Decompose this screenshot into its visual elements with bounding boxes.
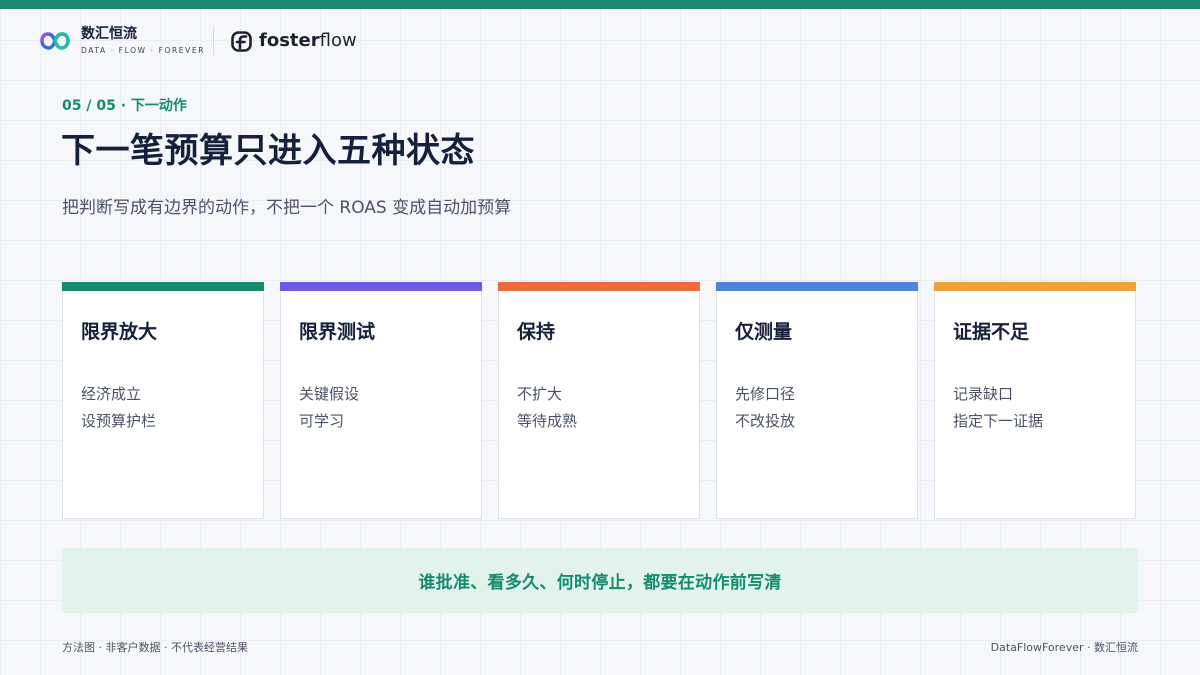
card-title: 证据不足	[953, 321, 1030, 343]
card-line: 记录缺口	[953, 385, 1014, 403]
brand-tagline: DATA · FLOW · FOREVER	[81, 46, 206, 55]
state-card-test: 限界测试 关键假设 可学习	[280, 282, 482, 519]
card-line: 等待成熟	[517, 412, 578, 430]
state-card-hold: 保持 不扩大 等待成熟	[498, 282, 700, 519]
banner-text: 谁批准、看多久、何时停止，都要在动作前写清	[418, 573, 782, 593]
brand-name: 数汇恒流	[81, 26, 137, 42]
section-crumb: 05 / 05 · 下一动作	[62, 98, 187, 114]
fosterflow-f-icon	[231, 30, 252, 52]
state-card-scale: 限界放大 经济成立 设预算护栏	[62, 282, 264, 519]
card-line: 先修口径	[735, 385, 796, 403]
card-accent-bar	[62, 282, 264, 291]
card-line: 不改投放	[735, 412, 796, 430]
infinity-loop-icon	[40, 31, 70, 50]
card-line: 可学习	[299, 412, 345, 430]
partner-name-bold: foster	[259, 30, 320, 51]
card-line: 关键假设	[299, 385, 360, 403]
card-accent-bar	[280, 282, 482, 291]
card-accent-bar	[498, 282, 700, 291]
top-accent-bar	[0, 0, 1200, 9]
card-line: 指定下一证据	[953, 412, 1044, 430]
card-line: 不扩大	[517, 385, 563, 403]
partner-name-light: flow	[319, 30, 357, 51]
card-line: 经济成立	[81, 385, 142, 403]
card-line: 设预算护栏	[81, 412, 157, 430]
partner-name: fosterflow	[259, 30, 357, 52]
card-title: 仅测量	[735, 321, 793, 343]
summary-banner: 谁批准、看多久、何时停止，都要在动作前写清	[62, 548, 1138, 613]
card-title: 限界放大	[81, 321, 158, 343]
page-title: 下一笔预算只进入五种状态	[61, 131, 475, 171]
state-card-insufficient: 证据不足 记录缺口 指定下一证据	[934, 282, 1136, 519]
card-title: 保持	[517, 321, 556, 343]
page-subtitle: 把判断写成有边界的动作，不把一个 ROAS 变成自动加预算	[62, 198, 512, 218]
state-card-measure: 仅测量 先修口径 不改投放	[716, 282, 918, 519]
partner-logo[interactable]: fosterflow	[231, 30, 357, 52]
brand-logo[interactable]: 数汇恒流 DATA · FLOW · FOREVER	[40, 26, 205, 55]
card-accent-bar	[716, 282, 918, 291]
brand-divider	[213, 27, 214, 55]
card-accent-bar	[934, 282, 1136, 291]
footer-credit: DataFlowForever · 数汇恒流	[990, 641, 1138, 654]
card-title: 限界测试	[299, 321, 376, 343]
footer-disclaimer: 方法图 · 非客户数据 · 不代表经营结果	[62, 641, 248, 654]
